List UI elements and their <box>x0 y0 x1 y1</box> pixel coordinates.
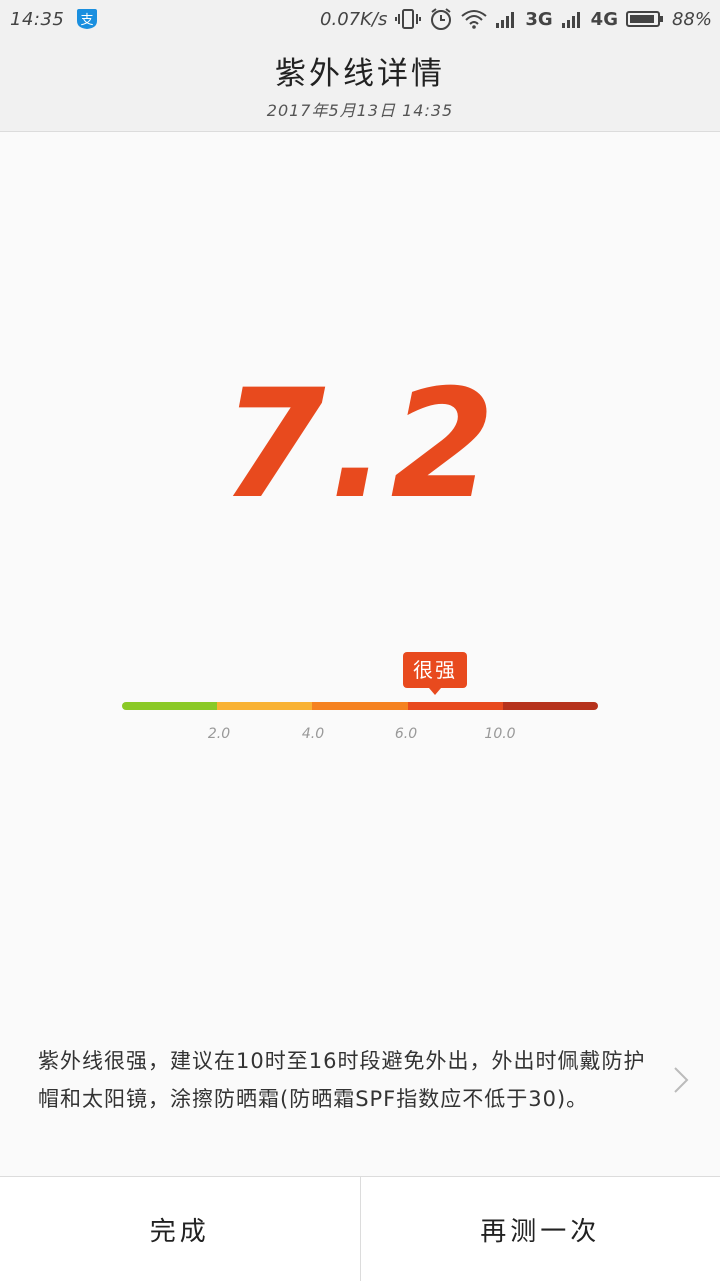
bottom-action-bar: 完成 再测一次 <box>0 1176 720 1281</box>
wifi-icon <box>461 9 487 29</box>
retest-button[interactable]: 再测一次 <box>360 1177 720 1281</box>
uv-scale-bar <box>122 702 598 710</box>
uv-advice-text[interactable]: 紫外线很强，建议在10时至16时段避免外出，外出时佩戴防护帽和太阳镜，涂擦防晒霜… <box>38 1042 648 1118</box>
scale-segment <box>217 702 312 710</box>
alipay-icon: 支 <box>76 8 98 30</box>
scale-tick: 6.0 <box>395 726 417 742</box>
battery-icon <box>626 10 664 28</box>
scale-segment <box>503 702 598 710</box>
scale-tick: 4.0 <box>302 726 324 742</box>
signal-icon <box>495 10 517 28</box>
status-bar: 14:35 支 0.07K/s 3G <box>0 0 720 40</box>
network-4g: 4G <box>591 9 618 30</box>
scale-tick: 10.0 <box>484 726 515 742</box>
uv-index-value: 7.2 <box>0 355 720 535</box>
network-3g: 3G <box>525 9 552 30</box>
vibrate-icon <box>395 8 421 30</box>
done-button[interactable]: 完成 <box>0 1177 360 1281</box>
signal-icon <box>561 10 583 28</box>
measurement-datetime: 2017年5月13日 14:35 <box>0 97 720 121</box>
svg-text:支: 支 <box>81 13 94 28</box>
net-speed: 0.07K/s <box>320 9 387 30</box>
scale-segment <box>122 702 217 710</box>
page-header: 紫外线详情 2017年5月13日 14:35 <box>0 40 720 132</box>
status-time: 14:35 <box>10 9 64 30</box>
scale-segment <box>408 702 503 710</box>
alarm-icon <box>429 7 453 31</box>
chevron-right-icon[interactable] <box>672 1066 690 1094</box>
uv-level-badge: 很强 <box>403 652 467 688</box>
battery-percent: 88% <box>672 9 712 30</box>
scale-segment <box>312 702 407 710</box>
page-title: 紫外线详情 <box>0 48 720 93</box>
scale-tick: 2.0 <box>208 726 230 742</box>
